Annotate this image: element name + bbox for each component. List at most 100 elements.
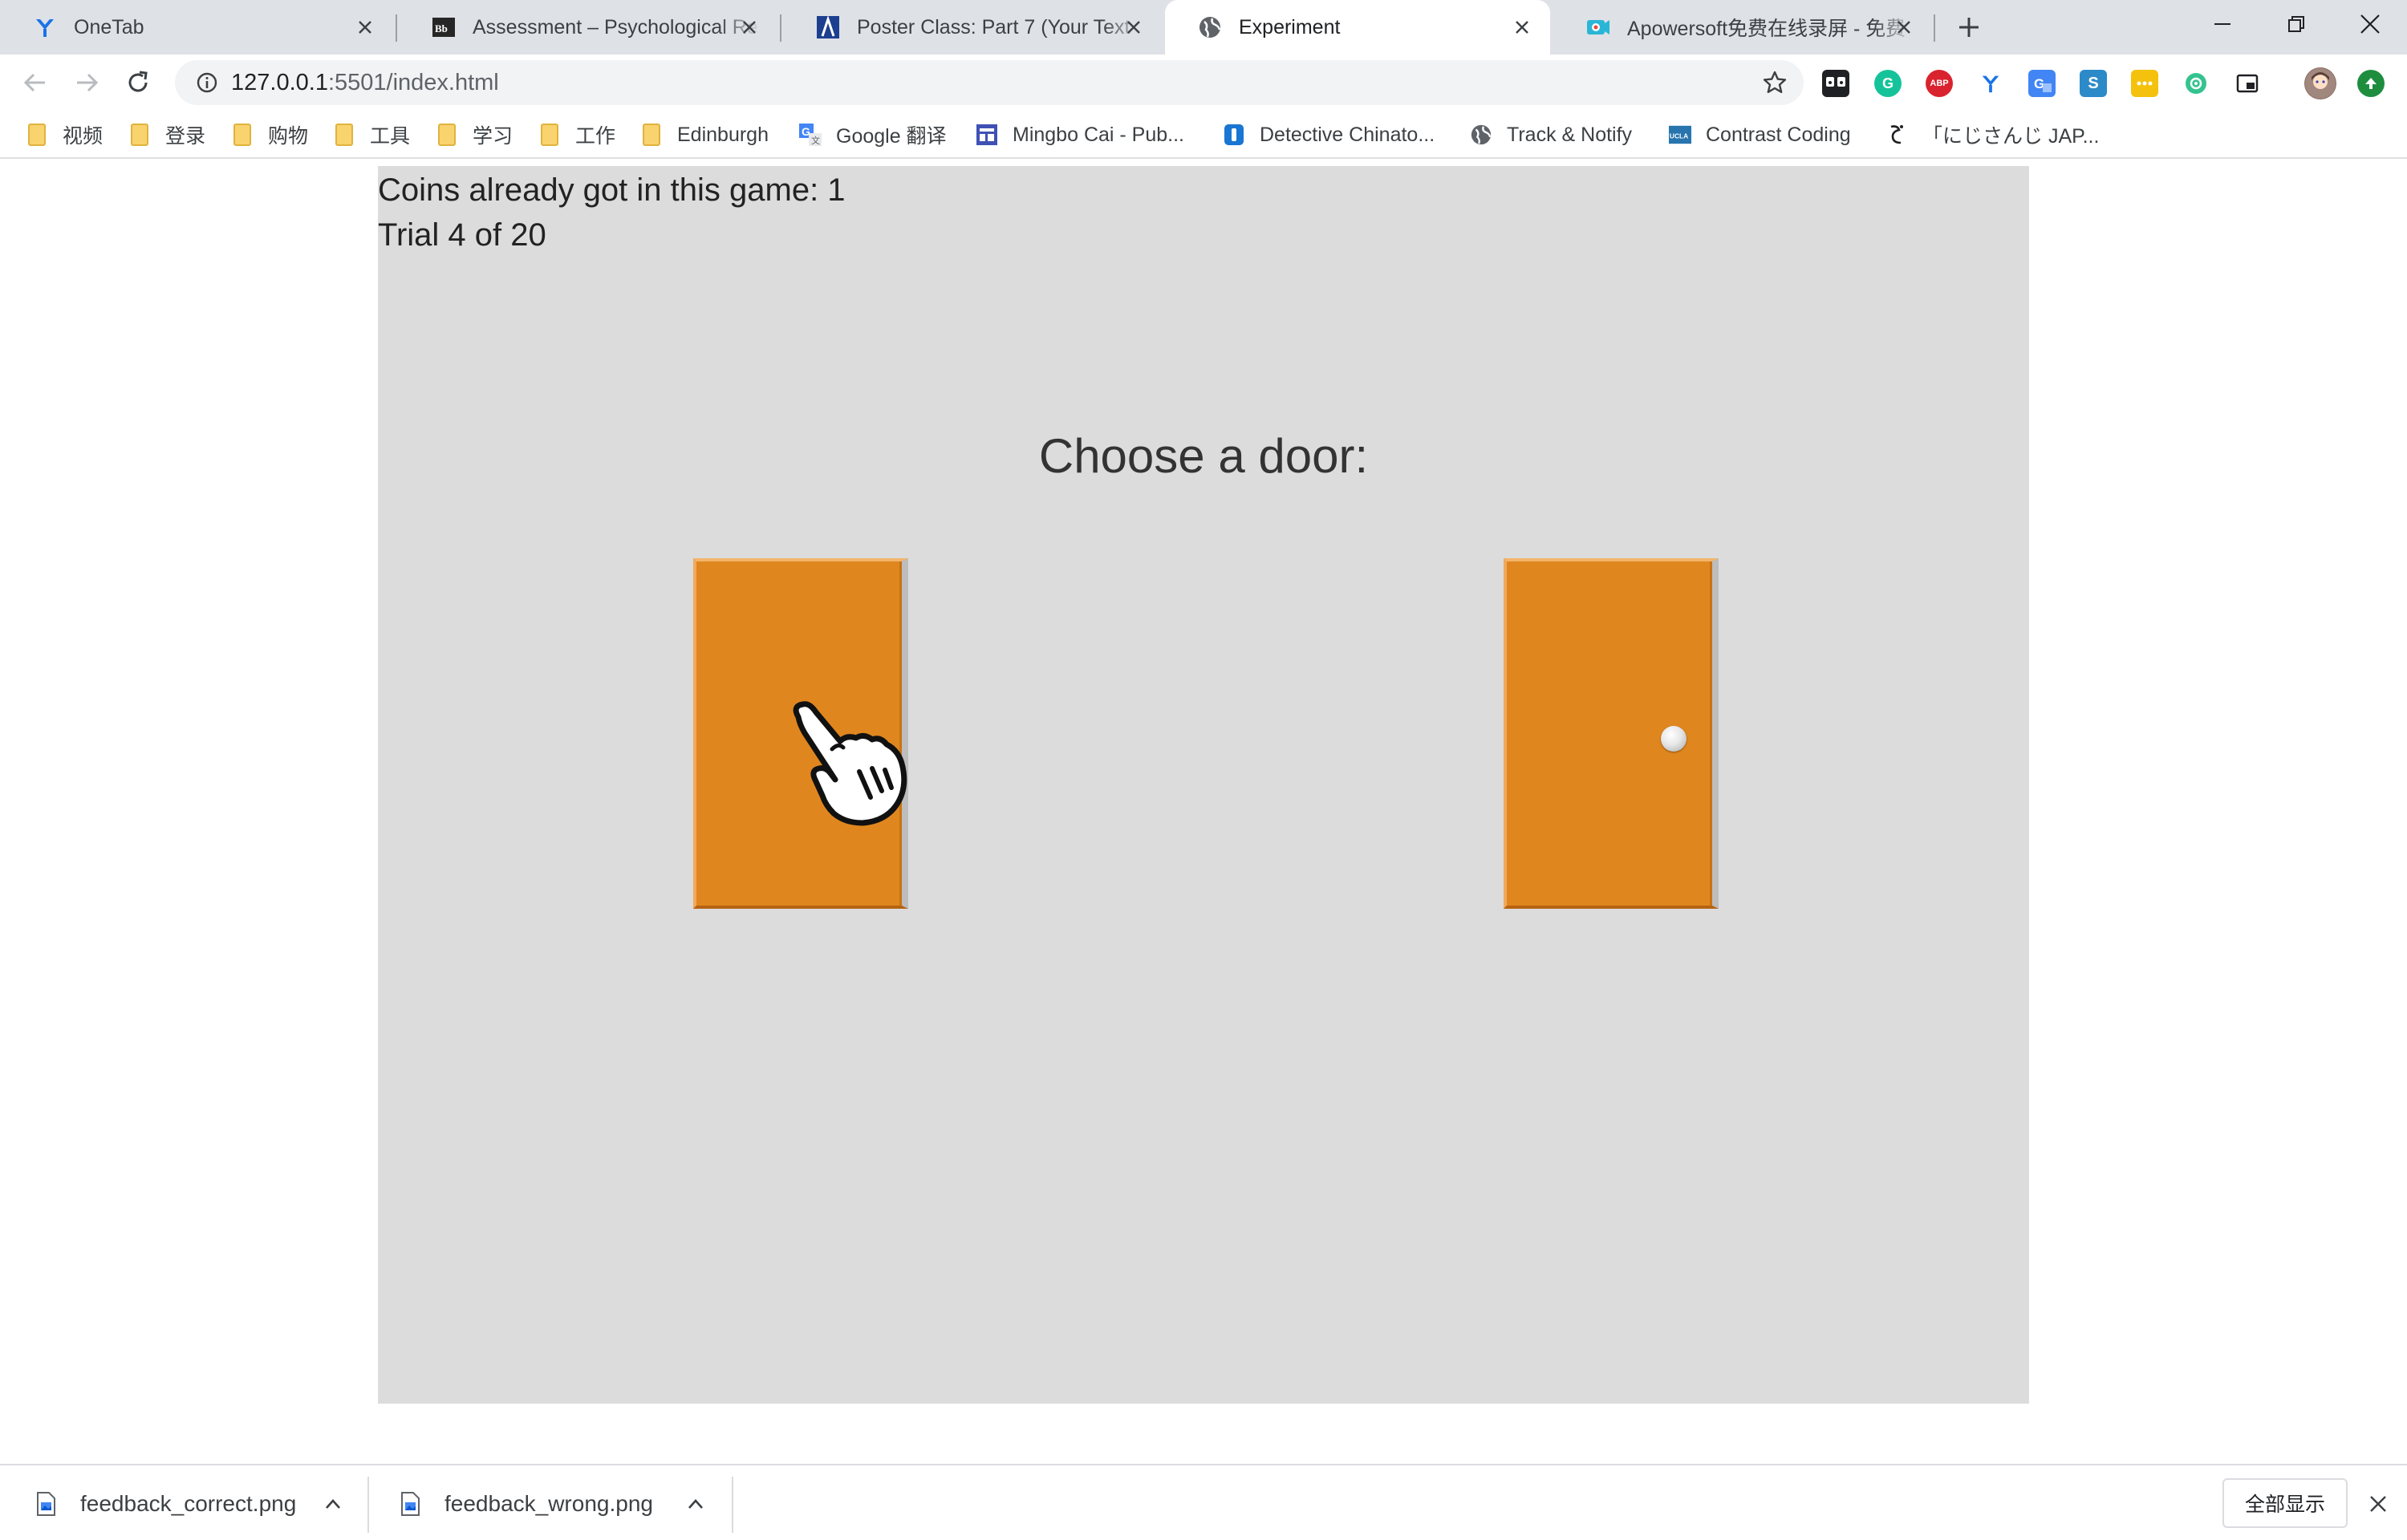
pointer-hand-cursor xyxy=(782,701,917,829)
tab-experiment[interactable]: Experiment xyxy=(1165,0,1550,55)
tab-title: OneTab xyxy=(74,15,144,38)
bookmark-folder-edinburgh[interactable]: Edinburgh xyxy=(640,119,769,151)
bookmark-folder-tools[interactable]: 工具 xyxy=(333,119,410,151)
svg-text:Bb: Bb xyxy=(435,22,448,34)
bookmark-folder-videos[interactable]: 视频 xyxy=(26,119,103,151)
tab-divider xyxy=(1934,14,1935,42)
show-all-downloads-button[interactable]: 全部显示 xyxy=(2222,1478,2348,1528)
bookmark-label: 购物 xyxy=(268,125,309,148)
download-filename: feedback_correct.png xyxy=(80,1491,297,1516)
folder-icon xyxy=(538,124,561,146)
bookmark-label: 登录 xyxy=(165,125,206,148)
translate-extension-icon[interactable]: G xyxy=(2028,70,2056,97)
close-tab-icon[interactable] xyxy=(1890,14,1918,41)
reload-button[interactable] xyxy=(119,63,157,102)
bookmark-track-notify[interactable]: Track & Notify xyxy=(1470,119,1632,151)
video-site-icon xyxy=(1223,124,1245,146)
tab-apowersoft[interactable]: Apowersoft免费在线录屏 - 免费 xyxy=(1553,0,1932,55)
door-knob xyxy=(1661,726,1687,752)
blackboard-icon: Bb xyxy=(431,14,457,40)
back-button[interactable] xyxy=(16,63,55,102)
grammarly-extension-icon[interactable]: G xyxy=(1874,70,1902,97)
image-file-icon xyxy=(35,1492,56,1516)
bookmark-mingbo-cai[interactable]: Mingbo Cai - Pub... xyxy=(976,119,1184,151)
page-viewport: Coins already got in this game: 1 Trial … xyxy=(0,160,2407,1464)
experiment-panel: Coins already got in this game: 1 Trial … xyxy=(378,166,2029,1404)
url-path: :5501/index.html xyxy=(327,69,499,95)
bookmark-label: 视频 xyxy=(63,125,104,148)
bookmark-label: Google 翻译 xyxy=(836,125,947,148)
onetab-extension-icon[interactable] xyxy=(1977,70,2004,97)
download-item[interactable]: feedback_correct.png xyxy=(35,1480,356,1528)
forward-button[interactable] xyxy=(67,63,106,102)
tab-strip: OneTab Bb Assessment – Psychological Re … xyxy=(0,0,2407,55)
bookmark-folder-login[interactable]: 登录 xyxy=(128,119,205,151)
bookmark-label: Detective Chinato... xyxy=(1260,123,1435,146)
site-info-icon[interactable] xyxy=(183,60,231,105)
tab-divider xyxy=(780,14,781,42)
bookmark-folder-shopping[interactable]: 购物 xyxy=(231,119,308,151)
bookmark-nijisanji[interactable]: 「にじさんじ JAP... xyxy=(1885,119,2099,151)
close-tab-icon[interactable] xyxy=(1120,14,1147,41)
svg-text:文: 文 xyxy=(811,135,820,146)
s-extension-icon[interactable]: S xyxy=(2080,70,2107,97)
download-item[interactable]: feedback_wrong.png xyxy=(400,1480,720,1528)
tab-title: Assessment – Psychological Re xyxy=(473,15,758,38)
profile-avatar-icon[interactable] xyxy=(2304,67,2336,99)
restore-button[interactable] xyxy=(2259,0,2333,48)
url-host: 127.0.0.1 xyxy=(231,69,328,95)
close-window-button[interactable] xyxy=(2333,0,2407,48)
pip-extension-icon[interactable] xyxy=(2234,70,2261,97)
site-grid-icon xyxy=(976,124,998,146)
image-file-icon xyxy=(400,1492,420,1516)
bookmark-folder-study[interactable]: 学习 xyxy=(436,119,513,151)
bookmark-folder-work[interactable]: 工作 xyxy=(538,119,615,151)
bookmark-label: Edinburgh xyxy=(677,123,769,146)
globe-icon xyxy=(1197,14,1223,40)
bookmark-detective-chinatown[interactable]: Detective Chinato... xyxy=(1223,119,1435,151)
close-tab-icon[interactable] xyxy=(351,14,379,41)
minimize-button[interactable] xyxy=(2186,0,2259,48)
green-flower-extension-icon[interactable] xyxy=(2182,70,2210,97)
folder-icon xyxy=(26,124,48,146)
bookmark-star-icon[interactable] xyxy=(1760,68,1789,97)
folder-icon xyxy=(231,124,254,146)
yellow-extension-icon[interactable] xyxy=(2131,70,2158,97)
choose-door-prompt: Choose a door: xyxy=(1038,429,1369,483)
download-filename: feedback_wrong.png xyxy=(444,1491,653,1516)
poster-icon xyxy=(815,14,841,40)
tab-onetab[interactable]: OneTab xyxy=(0,0,393,55)
new-tab-button[interactable] xyxy=(1950,8,1988,47)
bookmark-label: 工作 xyxy=(575,125,616,148)
right-door[interactable] xyxy=(1504,558,1719,909)
chevron-up-icon[interactable] xyxy=(684,1492,708,1516)
close-shelf-icon[interactable] xyxy=(2362,1488,2394,1520)
google-translate-icon: G文 xyxy=(799,124,822,146)
svg-text:UCLA: UCLA xyxy=(1670,132,1688,140)
coins-counter: Coins already got in this game: 1 xyxy=(378,172,846,208)
url-text[interactable]: 127.0.0.1:5501/index.html xyxy=(231,70,499,96)
bookmark-label: Track & Notify xyxy=(1507,123,1633,146)
onetab-icon xyxy=(32,14,58,40)
tab-manager-extension-icon[interactable] xyxy=(1822,70,1849,97)
chevron-up-icon[interactable] xyxy=(321,1492,345,1516)
folder-icon xyxy=(333,124,355,146)
adblock-extension-icon[interactable]: ABP xyxy=(1926,70,1953,97)
ucla-icon: UCLA xyxy=(1669,124,1691,146)
download-divider xyxy=(367,1477,369,1533)
address-bar[interactable]: 127.0.0.1:5501/index.html xyxy=(175,60,1804,105)
close-tab-icon[interactable] xyxy=(736,14,763,41)
apowersoft-icon xyxy=(1585,14,1611,40)
close-tab-icon[interactable] xyxy=(1508,14,1536,41)
tab-divider xyxy=(396,14,397,42)
bookmark-contrast-coding[interactable]: UCLA Contrast Coding xyxy=(1669,119,1851,151)
bookmark-google-translate[interactable]: G文 Google 翻译 xyxy=(799,119,947,151)
folder-icon xyxy=(436,124,458,146)
folder-icon xyxy=(640,124,663,146)
tab-assessment[interactable]: Bb Assessment – Psychological Re xyxy=(399,0,777,55)
update-arrow-icon[interactable] xyxy=(2357,70,2385,97)
bookmark-label: 工具 xyxy=(370,125,411,148)
tab-poster-class[interactable]: Poster Class: Part 7 (Your Text xyxy=(783,0,1162,55)
browser-toolbar: 127.0.0.1:5501/index.html G ABP G S xyxy=(0,55,2407,111)
bookmark-label: 「にじさんじ JAP... xyxy=(1922,125,2100,148)
